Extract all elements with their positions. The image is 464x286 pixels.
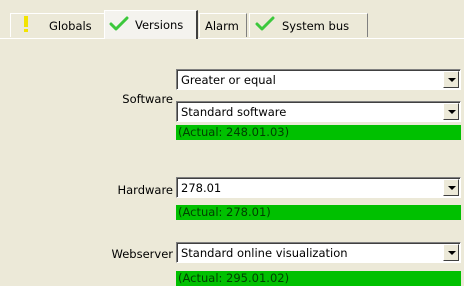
chevron-down-icon[interactable] [443, 71, 459, 88]
chevron-down-icon[interactable] [443, 103, 459, 120]
hardware-label: Hardware [117, 183, 173, 197]
checkmark-icon [105, 16, 133, 35]
tab-versions[interactable]: Versions [104, 10, 198, 39]
webserver-value: Standard online visualization [181, 246, 348, 260]
tab-system-bus[interactable]: System bus [249, 13, 368, 37]
tab-alarm[interactable]: Alarm [199, 13, 247, 37]
chevron-down-icon[interactable] [443, 179, 459, 196]
software-version-select[interactable]: Standard software [176, 101, 461, 122]
webserver-label: Webserver [111, 247, 173, 261]
software-label: Software [122, 92, 173, 106]
hardware-actual-status: (Actual: 278.01) [176, 205, 461, 220]
tab-globals-label: Globals [49, 18, 92, 33]
hardware-value: 278.01 [181, 181, 222, 195]
software-actual-status: (Actual: 248.01.03) [176, 125, 461, 140]
tab-globals[interactable]: Globals [10, 13, 106, 37]
checkmark-icon [250, 16, 280, 35]
webserver-select[interactable]: Standard online visualization [176, 242, 461, 263]
software-condition-value: Greater or equal [181, 73, 276, 87]
tab-system-bus-label: System bus [282, 18, 350, 33]
webserver-actual-status: (Actual: 295.01.02) [176, 271, 461, 286]
chevron-down-icon[interactable] [443, 244, 459, 261]
software-version-value: Standard software [181, 105, 287, 119]
software-condition-select[interactable]: Greater or equal [176, 69, 461, 90]
hardware-select[interactable]: 278.01 [176, 177, 461, 198]
warning-icon [11, 15, 41, 36]
tab-versions-label: Versions [135, 18, 184, 32]
tab-alarm-label: Alarm [205, 18, 239, 33]
panel-border [0, 38, 464, 39]
tab-strip: Globals Versions Alarm System bus [0, 0, 464, 39]
